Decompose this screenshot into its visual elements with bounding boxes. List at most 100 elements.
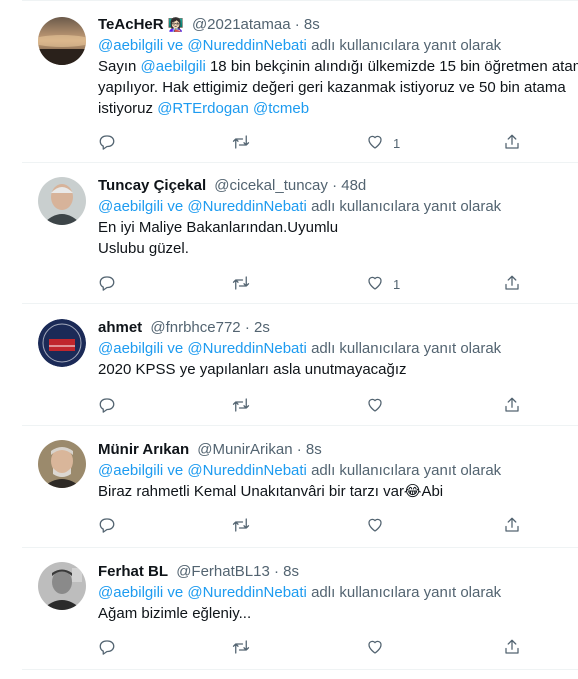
reply-button[interactable] — [98, 273, 116, 295]
tweet-text-line: Biraz rahmetli Kemal Unakıtanvâri bir ta… — [98, 482, 578, 502]
reply-button[interactable] — [98, 515, 116, 537]
reply-context: @aebilgili ve @NureddinNebati adlı kulla… — [98, 339, 578, 359]
tweet-item[interactable]: ahmet @fnrbhce772 · 2s @aebilgili ve @Nu… — [22, 304, 578, 426]
author-handle[interactable]: @MunirArikan — [197, 441, 292, 458]
reply-context-suffix: adlı kullanıcılara yanıt olarak — [306, 340, 502, 357]
reply-mentions[interactable]: @aebilgili ve @NureddinNebati — [98, 340, 307, 357]
tweet-text: 2020 KPSS ye yapılanları asla unutmayaca… — [98, 360, 578, 380]
action-bar — [98, 515, 578, 537]
author-handle[interactable]: @fnrbhce772 — [150, 319, 240, 336]
separator-dot: · — [332, 177, 338, 194]
tweet-time[interactable]: 8s — [304, 16, 320, 33]
reply-icon — [98, 638, 116, 659]
author-handle[interactable]: @cicekal_tuncay — [214, 177, 328, 194]
reply-button[interactable] — [98, 395, 116, 417]
share-button[interactable] — [503, 395, 521, 417]
reply-mentions[interactable]: @aebilgili ve @NureddinNebati — [98, 37, 307, 54]
share-icon — [503, 638, 521, 659]
like-button[interactable] — [366, 395, 393, 417]
retweet-button[interactable] — [232, 637, 250, 659]
reply-icon — [98, 274, 116, 295]
reply-mentions[interactable]: @aebilgili ve @NureddinNebati — [98, 198, 307, 215]
retweet-button[interactable] — [232, 132, 250, 154]
retweet-button[interactable] — [232, 515, 250, 537]
reply-mentions[interactable]: @aebilgili ve @NureddinNebati — [98, 584, 307, 601]
retweet-icon — [232, 274, 250, 295]
author-name[interactable]: ahmet — [98, 319, 142, 336]
action-bar: 1 — [98, 273, 578, 295]
tweet-item[interactable]: Münir Arıkan @MunirArikan · 8s @aebilgil… — [22, 426, 578, 548]
author-name[interactable]: TeAcHeR — [98, 16, 164, 33]
tweet-item[interactable]: TeAcHeR 👩🏻‍🏫 @2021atamaa · 8s @aebilgili … — [22, 0, 578, 163]
tweet-text-line: yapılıyor. Hak ettigimiz değeri geri kaz… — [98, 78, 578, 98]
tweet-text-segment: Biraz rahmetli Kemal Unakıtanvâri bir ta… — [98, 483, 444, 500]
tweet-text-line: Ağam bizimle eğleniy... — [98, 604, 578, 624]
tweet-text-line: Sayın @aebilgili 18 bin bekçinin alındığ… — [98, 57, 578, 77]
tweet-text: Biraz rahmetli Kemal Unakıtanvâri bir ta… — [98, 482, 578, 502]
reply-button[interactable] — [98, 637, 116, 659]
like-button[interactable] — [366, 637, 393, 659]
like-button[interactable] — [366, 515, 393, 537]
author-name[interactable]: Münir Arıkan — [98, 441, 189, 458]
tweet-text: Sayın @aebilgili 18 bin bekçinin alındığ… — [98, 57, 578, 119]
retweet-icon — [232, 396, 250, 417]
like-count: 1 — [393, 135, 401, 151]
retweet-icon — [232, 638, 250, 659]
heart-icon — [366, 638, 384, 659]
mention-link[interactable]: @aebilgili — [141, 58, 206, 75]
author-handle[interactable]: @2021atamaa — [192, 16, 291, 33]
tweet-text-line: istiyoruz @RTErdogan @tcmeb — [98, 99, 578, 119]
reply-icon — [98, 396, 116, 417]
avatar[interactable] — [38, 17, 86, 65]
mention-link[interactable]: @tcmeb — [253, 100, 309, 117]
separator-dot: · — [244, 319, 250, 336]
author-name[interactable]: Ferhat BL — [98, 563, 168, 580]
author-name[interactable]: Tuncay Çiçekal — [98, 177, 206, 194]
tweet-time[interactable]: 8s — [306, 441, 322, 458]
reply-icon — [98, 516, 116, 537]
heart-icon — [366, 274, 384, 295]
action-bar — [98, 637, 578, 659]
share-icon — [503, 133, 521, 154]
tweet-text-segment: 18 bin bekçinin alındığı ülkemizde 15 bi… — [205, 58, 578, 75]
avatar[interactable] — [38, 562, 86, 610]
author-handle[interactable]: @FerhatBL13 — [176, 563, 270, 580]
avatar[interactable] — [38, 440, 86, 488]
retweet-button[interactable] — [232, 273, 250, 295]
tweet-text-line: 2020 KPSS ye yapılanları asla unutmayaca… — [98, 360, 578, 380]
tweet-text-segment: 2020 KPSS ye yapılanları asla unutmayaca… — [98, 361, 407, 378]
share-icon — [503, 396, 521, 417]
tweet-text: En iyi Maliye Bakanlarından.Uyumlu Uslubu… — [98, 218, 578, 259]
like-button[interactable]: 1 — [366, 273, 400, 295]
share-button[interactable] — [503, 637, 521, 659]
tweet-text: Ağam bizimle eğleniy... — [98, 604, 578, 624]
reply-button[interactable] — [98, 132, 116, 154]
tweet-item[interactable]: Ferhat BL @FerhatBL13 · 8s @aebilgili ve… — [22, 548, 578, 670]
share-button[interactable] — [503, 132, 521, 154]
tweet-item[interactable]: Tuncay Çiçekal @cicekal_tuncay · 48d @ae… — [22, 163, 578, 304]
mention-link[interactable]: @RTErdogan — [157, 100, 249, 117]
tweet-time[interactable]: 2s — [254, 319, 270, 336]
reply-context: @aebilgili ve @NureddinNebati adlı kulla… — [98, 197, 578, 217]
reply-context: @aebilgili ve @NureddinNebati adlı kulla… — [98, 461, 578, 481]
avatar[interactable] — [38, 319, 86, 367]
heart-icon — [366, 133, 384, 154]
action-bar: 1 — [98, 132, 578, 154]
reply-context-suffix: adlı kullanıcılara yanıt olarak — [306, 462, 502, 479]
like-button[interactable]: 1 — [366, 132, 400, 154]
retweet-button[interactable] — [232, 395, 250, 417]
reply-mentions[interactable]: @aebilgili ve @NureddinNebati — [98, 462, 307, 479]
retweet-icon — [232, 133, 250, 154]
tweet-time[interactable]: 48d — [341, 177, 366, 194]
tweet-text-segment: Sayın — [98, 58, 141, 75]
share-button[interactable] — [503, 273, 521, 295]
separator-dot: · — [273, 563, 279, 580]
retweet-icon — [232, 516, 250, 537]
share-button[interactable] — [503, 515, 521, 537]
tweet-text-line: Uslubu güzel. — [98, 239, 578, 259]
separator-dot: · — [294, 16, 300, 33]
tweet-time[interactable]: 8s — [283, 563, 299, 580]
separator-dot: · — [296, 441, 302, 458]
avatar[interactable] — [38, 177, 86, 225]
reply-icon — [98, 133, 116, 154]
